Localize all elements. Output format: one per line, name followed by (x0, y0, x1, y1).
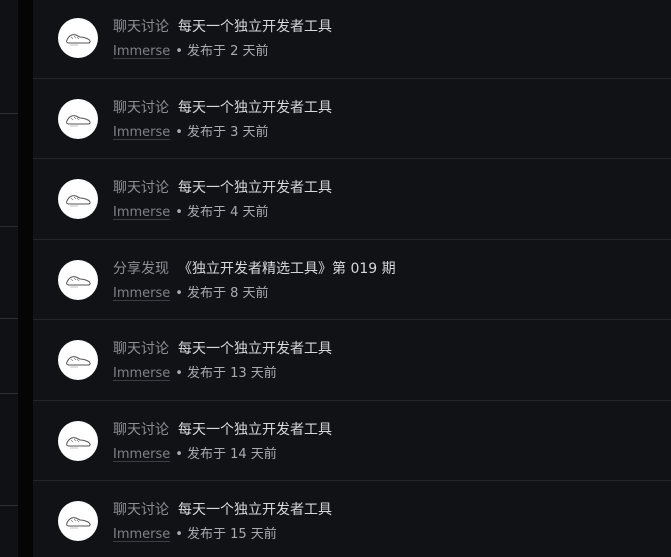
post-title-link[interactable]: 每天一个独立开发者工具 (178, 341, 332, 357)
meta-separator: • (175, 285, 183, 301)
post-title-link[interactable]: 《独立开发者精选工具》第 019 期 (178, 261, 396, 277)
post-title-line: 聊天讨论 每天一个独立开发者工具 (113, 18, 332, 36)
post-row[interactable]: 聊天讨论 每天一个独立开发者工具 Immerse • 发布于 2 天前 (33, 0, 671, 79)
category-link[interactable]: 聊天讨论 (113, 19, 169, 35)
meta-separator: • (175, 205, 183, 220)
shoe-sketch-icon (66, 195, 91, 207)
post-title-line: 聊天讨论 每天一个独立开发者工具 (113, 421, 332, 439)
shoe-sketch-icon (66, 275, 91, 287)
post-meta: Immerse • 发布于 4 天前 (113, 204, 269, 221)
post-title-line: 聊天讨论 每天一个独立开发者工具 (113, 179, 332, 197)
post-time: 发布于 13 天前 (186, 366, 277, 381)
post-meta: Immerse • 发布于 13 天前 (113, 365, 277, 382)
author-avatar[interactable] (58, 18, 98, 58)
post-time: 发布于 14 天前 (186, 446, 277, 462)
post-meta: Immerse • 发布于 8 天前 (113, 285, 269, 302)
post-title-link[interactable]: 每天一个独立开发者工具 (178, 19, 332, 35)
sidebar-divider (0, 226, 18, 227)
category-link[interactable]: 聊天讨论 (113, 100, 169, 116)
post-time: 发布于 8 天前 (186, 285, 269, 301)
category-link[interactable]: 聊天讨论 (113, 341, 169, 357)
category-link[interactable]: 聊天讨论 (113, 502, 169, 518)
author-link[interactable]: Immerse (113, 447, 170, 462)
post-meta: Immerse • 发布于 14 天前 (113, 446, 277, 463)
sidebar-divider (0, 505, 18, 506)
post-row[interactable]: 分享发现 《独立开发者精选工具》第 019 期 Immerse • 发布于 8 天前 (33, 240, 671, 320)
post-title-link[interactable]: 每天一个独立开发者工具 (178, 502, 332, 518)
post-title-line: 聊天讨论 每天一个独立开发者工具 (113, 340, 332, 358)
meta-separator: • (175, 366, 183, 381)
sidebar-divider (0, 318, 18, 319)
page: 聊天讨论 每天一个独立开发者工具 Immerse • 发布于 2 天前 聊天讨论 每天一… (0, 0, 671, 557)
post-time: 发布于 2 天前 (186, 44, 269, 59)
meta-separator: • (175, 44, 183, 59)
shoe-sketch-icon (66, 114, 91, 126)
author-link[interactable]: Immerse (113, 205, 170, 220)
sidebar-divider (0, 113, 18, 114)
post-title-line: 聊天讨论 每天一个独立开发者工具 (113, 501, 332, 519)
post-title-link[interactable]: 每天一个独立开发者工具 (178, 422, 332, 438)
author-avatar[interactable] (58, 501, 98, 541)
post-title-link[interactable]: 每天一个独立开发者工具 (178, 180, 332, 196)
author-avatar[interactable] (58, 98, 98, 139)
category-link[interactable]: 分享发现 (113, 261, 169, 277)
author-link[interactable]: Immerse (113, 366, 170, 381)
meta-separator: • (175, 446, 183, 462)
post-row[interactable]: 聊天讨论 每天一个独立开发者工具 Immerse • 发布于 14 天前 (33, 401, 671, 481)
author-link[interactable]: Immerse (113, 286, 170, 301)
shoe-sketch-icon (66, 517, 91, 529)
post-row[interactable]: 聊天讨论 每天一个独立开发者工具 Immerse • 发布于 3 天前 (33, 79, 671, 159)
left-sidebar-edge (0, 0, 18, 557)
shoe-sketch-icon (66, 34, 91, 46)
shoe-sketch-icon (66, 436, 91, 448)
author-avatar[interactable] (58, 259, 98, 300)
category-link[interactable]: 聊天讨论 (113, 422, 169, 438)
author-avatar[interactable] (58, 340, 98, 380)
post-meta: Immerse • 发布于 2 天前 (113, 43, 269, 60)
category-link[interactable]: 聊天讨论 (113, 180, 169, 196)
author-avatar[interactable] (58, 179, 98, 219)
meta-separator: • (175, 527, 183, 542)
post-time: 发布于 4 天前 (186, 205, 269, 220)
post-title-link[interactable]: 每天一个独立开发者工具 (178, 100, 332, 116)
post-list: 聊天讨论 每天一个独立开发者工具 Immerse • 发布于 2 天前 聊天讨论 每天一… (33, 0, 671, 557)
post-row[interactable]: 聊天讨论 每天一个独立开发者工具 Immerse • 发布于 4 天前 (33, 159, 671, 240)
post-meta: Immerse • 发布于 15 天前 (113, 526, 277, 543)
author-link[interactable]: Immerse (113, 125, 170, 140)
post-title-line: 聊天讨论 每天一个独立开发者工具 (113, 99, 332, 117)
sidebar-divider (0, 393, 18, 394)
post-time: 发布于 15 天前 (186, 527, 277, 542)
meta-separator: • (175, 124, 183, 140)
author-link[interactable]: Immerse (113, 44, 170, 59)
post-row[interactable]: 聊天讨论 每天一个独立开发者工具 Immerse • 发布于 15 天前 (33, 481, 671, 557)
post-time: 发布于 3 天前 (186, 124, 269, 140)
gutter (18, 0, 33, 557)
post-row[interactable]: 聊天讨论 每天一个独立开发者工具 Immerse • 发布于 13 天前 (33, 320, 671, 401)
post-meta: Immerse • 发布于 3 天前 (113, 124, 269, 141)
author-avatar[interactable] (58, 420, 98, 461)
author-link[interactable]: Immerse (113, 527, 170, 542)
post-title-line: 分享发现 《独立开发者精选工具》第 019 期 (113, 260, 396, 278)
shoe-sketch-icon (66, 356, 91, 368)
